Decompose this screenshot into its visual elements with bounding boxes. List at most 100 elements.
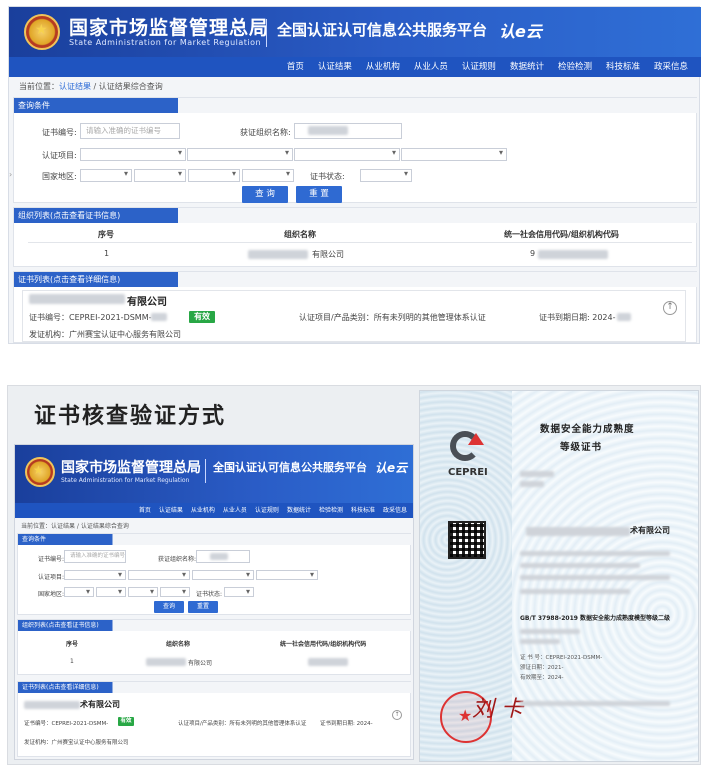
mini-status-label: 证书状态: <box>196 591 223 598</box>
mini-redacted-name <box>146 658 186 666</box>
table-row[interactable]: 1 有限公司 9 <box>28 245 692 263</box>
main-nav: 首页 认证结果 从业机构 从业人员 认证规则 数据统计 检验检测 科技标准 政采信息 <box>9 57 701 77</box>
cert-title-line2: 等级证书 <box>560 442 603 453</box>
mini-nav-item-2[interactable]: 从业机构 <box>187 503 219 518</box>
mini-nav-item-3[interactable]: 从业人员 <box>219 503 251 518</box>
mini-platform-title: 全国认证认可信息公共服务平台 <box>213 461 367 474</box>
nav-item-2[interactable]: 从业机构 <box>359 57 407 77</box>
redacted-org-name <box>248 250 308 259</box>
cert-expiry: 证书到期日期: 2024- <box>539 313 616 322</box>
mini-region-select-3[interactable] <box>128 587 158 597</box>
cert-no-input[interactable]: 请输入准确的证书编号 <box>80 123 180 139</box>
scroll-up-icon[interactable]: ↑ <box>663 301 677 315</box>
top-screenshot: ★ 国家市场监督管理总局 State Administration for Ma… <box>8 6 701 344</box>
mini-nav-item-6[interactable]: 检验检测 <box>315 503 347 518</box>
mini-nav-item-5[interactable]: 数据统计 <box>283 503 315 518</box>
row-org-name[interactable]: 有限公司 <box>312 249 344 260</box>
cert-issuer: 发证机构：广州赛宝认证中心服务有限公司 <box>29 330 181 339</box>
reset-button[interactable]: 重 置 <box>296 186 342 203</box>
region-select-3[interactable] <box>188 169 240 182</box>
region-select-2[interactable] <box>134 169 186 182</box>
mini-banner: ★ 国家市场监督管理总局 State Administration for Ma… <box>15 445 413 503</box>
query-section-title: 查询条件 <box>18 101 50 110</box>
cert-item-select-1[interactable] <box>80 148 186 161</box>
certificate-image: CEPREI ★ 刘 卡 数据安全能力成熟度 等级证书 术有限公司 GB/T 3… <box>419 390 699 762</box>
mini-nav-item-0[interactable]: 首页 <box>135 503 155 518</box>
bottom-composite: 证书核查验证方式 ★ 国家市场监督管理总局 State Administrati… <box>7 385 701 765</box>
mini-nav-item-8[interactable]: 政采信息 <box>379 503 411 518</box>
national-emblem-icon: ★ <box>24 14 60 50</box>
cert-redacted-line-8 <box>520 639 560 644</box>
row-index: 1 <box>104 249 110 258</box>
mini-nav-item-4[interactable]: 认证规则 <box>251 503 283 518</box>
cert-redacted-line-5 <box>520 575 670 580</box>
mini-scroll-up-icon[interactable]: ↑ <box>392 710 402 720</box>
mini-region-select-2[interactable] <box>96 587 126 597</box>
nav-item-1[interactable]: 认证结果 <box>311 57 359 77</box>
region-select-1[interactable] <box>80 169 132 182</box>
mini-nav-item-7[interactable]: 科技标准 <box>347 503 379 518</box>
mini-org-input[interactable] <box>196 550 250 563</box>
cert-redacted-line-3 <box>520 551 670 556</box>
site-banner: ★ 国家市场监督管理总局 State Administration for Ma… <box>9 7 701 57</box>
mini-status-badge: 有效 <box>118 717 134 726</box>
cert-issue-date: 颁证日期：2021- <box>520 665 564 671</box>
mini-status-select[interactable] <box>224 587 254 597</box>
redacted-expiry <box>617 313 631 321</box>
cert-item-select-3[interactable] <box>294 148 400 161</box>
redacted-credit-code <box>538 250 608 259</box>
mini-org-panel: 组织列表(点击查看证书信息) 序号 组织名称 统一社会信用代码/组织机构代码 1… <box>17 619 412 675</box>
mini-redacted-company <box>24 701 80 709</box>
mini-cert-panel: 证书列表(点击查看详细信息) 术有限公司 证书编号：CEPREI-2021-DS… <box>17 681 412 757</box>
mini-row-index: 1 <box>70 658 74 665</box>
mini-region-select-1[interactable] <box>64 587 94 597</box>
cert-item-select-2[interactable] <box>187 148 293 161</box>
org-name-input[interactable] <box>294 123 402 139</box>
verification-title: 证书核查验证方式 <box>34 403 227 429</box>
mini-region-select-4[interactable] <box>160 587 190 597</box>
org-list-header: 组织列表(点击查看证书信息) <box>14 208 698 223</box>
mini-search-button[interactable]: 查询 <box>154 601 184 613</box>
status-badge: 有效 <box>189 311 215 323</box>
nav-item-0[interactable]: 首页 <box>280 57 311 77</box>
mini-nav: 首页 认证结果 从业机构 从业人员 认证规则 数据统计 检验检测 科技标准 政采信息 <box>15 503 413 518</box>
breadcrumb-current: 认证结果综合查询 <box>98 82 163 91</box>
nav-item-3[interactable]: 从业人员 <box>407 57 455 77</box>
site-subtitle: State Administration for Market Regulati… <box>69 38 262 47</box>
mini-query-panel: 查询条件 证书编号: 请输入准确的证书编号 获证组织名称: 认证项目: 国家地区… <box>17 533 412 615</box>
mini-item-select-1[interactable] <box>64 570 126 580</box>
mini-nav-item-1[interactable]: 认证结果 <box>155 503 187 518</box>
cert-item-select-4[interactable] <box>401 148 507 161</box>
mini-row-name[interactable]: 有限公司 <box>188 658 212 667</box>
breadcrumb-link[interactable]: 认证结果 <box>59 82 91 91</box>
cert-no-label: 证书编号: <box>42 128 77 137</box>
side-arrow-icon[interactable]: › <box>9 170 13 180</box>
region-select-4[interactable] <box>242 169 294 182</box>
org-name-label: 获证组织名称: <box>240 128 291 137</box>
nav-item-7[interactable]: 科技标准 <box>599 57 647 77</box>
cert-redacted-line-7 <box>520 629 580 634</box>
mini-cert-number: 证书编号：CEPREI-2021-DSMM- <box>24 721 109 727</box>
mini-cert-title: 证书列表(点击查看详细信息) <box>22 684 99 691</box>
search-button[interactable]: 查 询 <box>242 186 288 203</box>
mini-cert-no-input[interactable]: 请输入准确的证书编号 <box>64 550 126 563</box>
cert-title-line1: 数据安全能力成熟度 <box>540 424 635 435</box>
mini-site-subtitle: State Administration for Market Regulati… <box>61 477 190 484</box>
nav-item-8[interactable]: 政采信息 <box>647 57 695 77</box>
mini-item-select-3[interactable] <box>192 570 254 580</box>
nav-item-6[interactable]: 检验检测 <box>551 57 599 77</box>
site-title[interactable]: 国家市场监督管理总局 <box>69 13 269 40</box>
mini-breadcrumb: 当前位置：认证结果 / 认证结果综合查询 <box>21 523 129 530</box>
nav-item-5[interactable]: 数据统计 <box>503 57 551 77</box>
nav-item-4[interactable]: 认证规则 <box>455 57 503 77</box>
platform-title[interactable]: 全国认证认可信息公共服务平台 <box>277 19 487 40</box>
mini-platform-logo: 认e云 <box>375 461 408 475</box>
cert-status-select[interactable] <box>360 169 412 182</box>
mini-item-select-4[interactable] <box>256 570 318 580</box>
cert-card[interactable]: 有限公司 证书编号：CEPREI-2021-DSMM- 有效 认证项目/产品类别… <box>22 290 686 342</box>
mini-item-select-2[interactable] <box>128 570 190 580</box>
mini-reset-button[interactable]: 重置 <box>188 601 218 613</box>
cert-list-panel: 证书列表(点击查看详细信息) 有限公司 证书编号：CEPREI-2021-DSM… <box>13 271 698 343</box>
platform-logo: 认e云 <box>499 22 542 41</box>
org-list-title: 组织列表(点击查看证书信息) <box>18 211 121 220</box>
